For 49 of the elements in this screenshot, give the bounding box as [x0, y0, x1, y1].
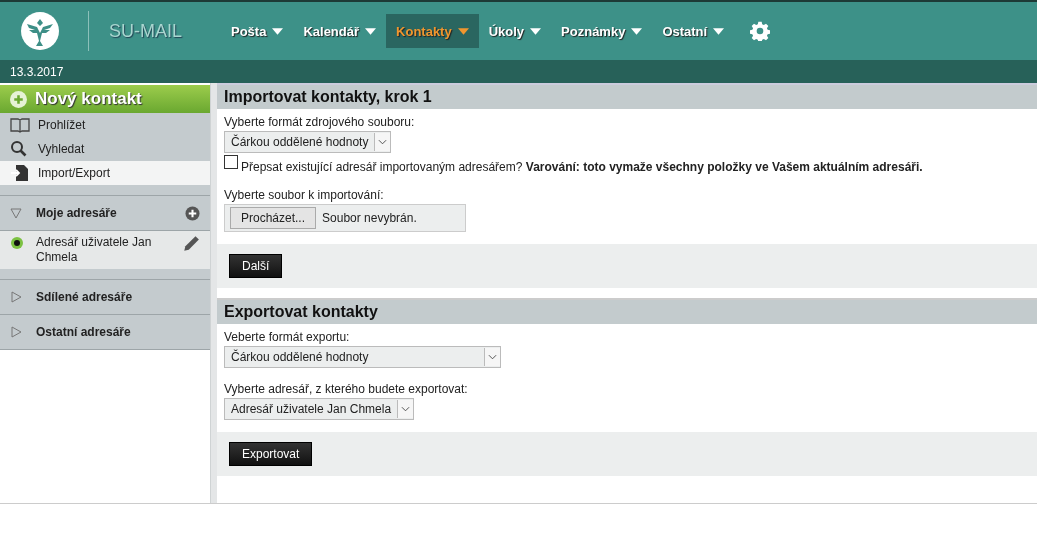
caret-icon	[530, 27, 542, 35]
sidebar-item[interactable]: Vyhledat	[0, 137, 210, 161]
nav-menu-tab[interactable]: Ostatní	[652, 14, 735, 48]
checkbox[interactable]	[224, 155, 238, 169]
eagle-logo-icon	[20, 11, 60, 51]
sidebar-item[interactable]: Import/Export	[0, 161, 210, 185]
book-icon	[10, 117, 30, 133]
plus-icon	[10, 90, 27, 108]
field-label: Veberte formát exportu:	[224, 330, 351, 344]
chevron-down-icon	[401, 406, 411, 412]
file-status-text: Soubor nevybrán.	[322, 211, 417, 225]
nav-menu-tab[interactable]: Úkoly	[478, 14, 552, 48]
app-title: SU-MAIL	[109, 20, 183, 42]
addressbook-dropdown[interactable]: Adresář uživatele Jan Chmela	[224, 398, 415, 420]
next-button[interactable]: Další	[229, 254, 283, 278]
caret-icon	[631, 27, 643, 35]
caret-icon	[272, 27, 284, 35]
nav-menu-tab[interactable]: Kalendář	[293, 14, 387, 48]
pencil-icon[interactable]	[182, 235, 200, 253]
export-button[interactable]: Exportovat	[229, 442, 313, 466]
browse-button[interactable]: Procházet...	[230, 207, 317, 229]
collapsed-triangle-icon	[10, 326, 22, 338]
nav-menu-tab[interactable]: Pošta	[221, 14, 294, 48]
field-label: Vyberte adresář, z kterého budete exportovat:	[224, 382, 469, 396]
chevron-down-icon	[488, 354, 497, 360]
addressbook-group-header[interactable]: Sdílené adresáře	[0, 280, 210, 315]
caret-icon	[457, 27, 469, 35]
field-label: Vyberte formát zdrojového souboru:	[224, 115, 416, 129]
add-icon[interactable]	[185, 205, 200, 221]
file-input-field[interactable]: Procházet... Soubor nevybrán.	[224, 204, 466, 232]
collapsed-triangle-icon	[10, 291, 22, 303]
file-import-icon	[10, 165, 30, 181]
chevron-down-icon	[378, 139, 388, 145]
nav-menu-tab[interactable]: Poznámky	[551, 14, 653, 48]
caret-icon	[713, 27, 725, 35]
sidebar-item[interactable]: Prohlížet	[0, 113, 210, 137]
settings-icon[interactable]	[750, 21, 771, 41]
section-title: Importovat kontakty, krok 1	[224, 88, 432, 106]
addressbook-group-header[interactable]: Ostatní adresáře	[0, 315, 210, 350]
expanded-triangle-icon	[10, 207, 22, 219]
field-label: Vyberte soubor k importování:	[224, 188, 385, 202]
section-title: Exportovat kontakty	[224, 303, 378, 321]
addressbook-item[interactable]: Adresář uživatele Jan Chmela	[0, 231, 210, 269]
date-label: 13.3.2017	[10, 64, 64, 79]
format-dropdown[interactable]: Čárkou oddělené hodnoty	[224, 131, 392, 153]
addressbook-group-header[interactable]: Moje adresáře	[0, 196, 210, 231]
caret-icon	[365, 27, 377, 35]
overwrite-warning-text: Přepsat existující adresář importovaným adresářem? Varování: toto vymaže všechny položky ve Vašem aktuálním adresáři.	[241, 160, 923, 174]
format-dropdown[interactable]: Čárkou oddělené hodnoty	[224, 346, 501, 368]
